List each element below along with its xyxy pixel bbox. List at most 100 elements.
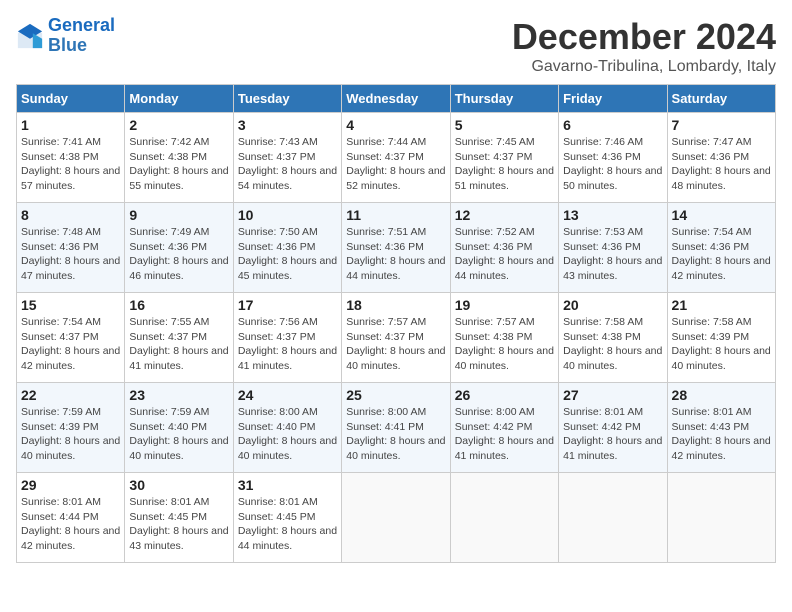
day-number: 4 <box>346 117 445 133</box>
day-number: 23 <box>129 387 228 403</box>
calendar-cell: 11 Sunrise: 7:51 AM Sunset: 4:36 PM Dayl… <box>342 203 450 293</box>
calendar-header-row: SundayMondayTuesdayWednesdayThursdayFrid… <box>17 85 776 113</box>
day-detail: Sunrise: 8:01 AM Sunset: 4:44 PM Dayligh… <box>21 495 120 554</box>
calendar-cell: 31 Sunrise: 8:01 AM Sunset: 4:45 PM Dayl… <box>233 473 341 563</box>
header-thursday: Thursday <box>450 85 558 113</box>
calendar-cell: 3 Sunrise: 7:43 AM Sunset: 4:37 PM Dayli… <box>233 113 341 203</box>
day-detail: Sunrise: 7:52 AM Sunset: 4:36 PM Dayligh… <box>455 225 554 284</box>
calendar-cell: 5 Sunrise: 7:45 AM Sunset: 4:37 PM Dayli… <box>450 113 558 203</box>
day-detail: Sunrise: 7:46 AM Sunset: 4:36 PM Dayligh… <box>563 135 662 194</box>
logo-line1: General <box>48 15 115 35</box>
calendar-cell: 17 Sunrise: 7:56 AM Sunset: 4:37 PM Dayl… <box>233 293 341 383</box>
calendar-cell <box>450 473 558 563</box>
day-detail: Sunrise: 7:42 AM Sunset: 4:38 PM Dayligh… <box>129 135 228 194</box>
calendar-cell: 25 Sunrise: 8:00 AM Sunset: 4:41 PM Dayl… <box>342 383 450 473</box>
day-number: 29 <box>21 477 120 493</box>
day-number: 25 <box>346 387 445 403</box>
calendar-cell: 23 Sunrise: 7:59 AM Sunset: 4:40 PM Dayl… <box>125 383 233 473</box>
calendar-cell: 15 Sunrise: 7:54 AM Sunset: 4:37 PM Dayl… <box>17 293 125 383</box>
day-number: 19 <box>455 297 554 313</box>
day-detail: Sunrise: 8:01 AM Sunset: 4:45 PM Dayligh… <box>129 495 228 554</box>
calendar-week-row: 1 Sunrise: 7:41 AM Sunset: 4:38 PM Dayli… <box>17 113 776 203</box>
calendar-table: SundayMondayTuesdayWednesdayThursdayFrid… <box>16 84 776 563</box>
calendar-cell: 4 Sunrise: 7:44 AM Sunset: 4:37 PM Dayli… <box>342 113 450 203</box>
day-detail: Sunrise: 8:01 AM Sunset: 4:45 PM Dayligh… <box>238 495 337 554</box>
day-number: 15 <box>21 297 120 313</box>
calendar-cell: 8 Sunrise: 7:48 AM Sunset: 4:36 PM Dayli… <box>17 203 125 293</box>
calendar-cell: 21 Sunrise: 7:58 AM Sunset: 4:39 PM Dayl… <box>667 293 775 383</box>
day-detail: Sunrise: 7:55 AM Sunset: 4:37 PM Dayligh… <box>129 315 228 374</box>
day-number: 18 <box>346 297 445 313</box>
day-number: 16 <box>129 297 228 313</box>
day-detail: Sunrise: 8:01 AM Sunset: 4:42 PM Dayligh… <box>563 405 662 464</box>
day-number: 24 <box>238 387 337 403</box>
header-sunday: Sunday <box>17 85 125 113</box>
day-number: 20 <box>563 297 662 313</box>
calendar-week-row: 15 Sunrise: 7:54 AM Sunset: 4:37 PM Dayl… <box>17 293 776 383</box>
day-number: 12 <box>455 207 554 223</box>
header-wednesday: Wednesday <box>342 85 450 113</box>
day-detail: Sunrise: 7:54 AM Sunset: 4:36 PM Dayligh… <box>672 225 771 284</box>
day-detail: Sunrise: 7:45 AM Sunset: 4:37 PM Dayligh… <box>455 135 554 194</box>
calendar-week-row: 29 Sunrise: 8:01 AM Sunset: 4:44 PM Dayl… <box>17 473 776 563</box>
day-detail: Sunrise: 7:49 AM Sunset: 4:36 PM Dayligh… <box>129 225 228 284</box>
day-detail: Sunrise: 7:59 AM Sunset: 4:40 PM Dayligh… <box>129 405 228 464</box>
day-detail: Sunrise: 7:48 AM Sunset: 4:36 PM Dayligh… <box>21 225 120 284</box>
header-monday: Monday <box>125 85 233 113</box>
calendar-cell: 6 Sunrise: 7:46 AM Sunset: 4:36 PM Dayli… <box>559 113 667 203</box>
day-detail: Sunrise: 7:56 AM Sunset: 4:37 PM Dayligh… <box>238 315 337 374</box>
day-number: 27 <box>563 387 662 403</box>
day-number: 3 <box>238 117 337 133</box>
calendar-cell: 2 Sunrise: 7:42 AM Sunset: 4:38 PM Dayli… <box>125 113 233 203</box>
calendar-cell: 13 Sunrise: 7:53 AM Sunset: 4:36 PM Dayl… <box>559 203 667 293</box>
day-number: 1 <box>21 117 120 133</box>
day-detail: Sunrise: 8:00 AM Sunset: 4:40 PM Dayligh… <box>238 405 337 464</box>
calendar-cell: 20 Sunrise: 7:58 AM Sunset: 4:38 PM Dayl… <box>559 293 667 383</box>
day-detail: Sunrise: 7:50 AM Sunset: 4:36 PM Dayligh… <box>238 225 337 284</box>
day-detail: Sunrise: 8:01 AM Sunset: 4:43 PM Dayligh… <box>672 405 771 464</box>
day-detail: Sunrise: 8:00 AM Sunset: 4:41 PM Dayligh… <box>346 405 445 464</box>
day-number: 17 <box>238 297 337 313</box>
calendar-cell: 29 Sunrise: 8:01 AM Sunset: 4:44 PM Dayl… <box>17 473 125 563</box>
calendar-cell: 9 Sunrise: 7:49 AM Sunset: 4:36 PM Dayli… <box>125 203 233 293</box>
calendar-week-row: 8 Sunrise: 7:48 AM Sunset: 4:36 PM Dayli… <box>17 203 776 293</box>
calendar-cell: 28 Sunrise: 8:01 AM Sunset: 4:43 PM Dayl… <box>667 383 775 473</box>
calendar-cell: 30 Sunrise: 8:01 AM Sunset: 4:45 PM Dayl… <box>125 473 233 563</box>
day-detail: Sunrise: 7:57 AM Sunset: 4:38 PM Dayligh… <box>455 315 554 374</box>
calendar-cell: 1 Sunrise: 7:41 AM Sunset: 4:38 PM Dayli… <box>17 113 125 203</box>
calendar-cell: 7 Sunrise: 7:47 AM Sunset: 4:36 PM Dayli… <box>667 113 775 203</box>
day-number: 2 <box>129 117 228 133</box>
day-number: 28 <box>672 387 771 403</box>
day-number: 26 <box>455 387 554 403</box>
day-number: 9 <box>129 207 228 223</box>
day-detail: Sunrise: 7:58 AM Sunset: 4:38 PM Dayligh… <box>563 315 662 374</box>
calendar-cell: 22 Sunrise: 7:59 AM Sunset: 4:39 PM Dayl… <box>17 383 125 473</box>
calendar-week-row: 22 Sunrise: 7:59 AM Sunset: 4:39 PM Dayl… <box>17 383 776 473</box>
month-title: December 2024 <box>512 16 776 58</box>
day-detail: Sunrise: 7:44 AM Sunset: 4:37 PM Dayligh… <box>346 135 445 194</box>
day-number: 14 <box>672 207 771 223</box>
calendar-cell <box>559 473 667 563</box>
calendar-cell: 24 Sunrise: 8:00 AM Sunset: 4:40 PM Dayl… <box>233 383 341 473</box>
day-detail: Sunrise: 7:41 AM Sunset: 4:38 PM Dayligh… <box>21 135 120 194</box>
day-number: 7 <box>672 117 771 133</box>
header-tuesday: Tuesday <box>233 85 341 113</box>
logo: General Blue <box>16 16 115 56</box>
day-number: 13 <box>563 207 662 223</box>
day-number: 6 <box>563 117 662 133</box>
day-number: 5 <box>455 117 554 133</box>
day-number: 11 <box>346 207 445 223</box>
calendar-cell: 14 Sunrise: 7:54 AM Sunset: 4:36 PM Dayl… <box>667 203 775 293</box>
calendar-cell: 10 Sunrise: 7:50 AM Sunset: 4:36 PM Dayl… <box>233 203 341 293</box>
day-detail: Sunrise: 7:59 AM Sunset: 4:39 PM Dayligh… <box>21 405 120 464</box>
calendar-cell <box>342 473 450 563</box>
day-detail: Sunrise: 7:51 AM Sunset: 4:36 PM Dayligh… <box>346 225 445 284</box>
logo-text: General Blue <box>48 16 115 56</box>
day-number: 30 <box>129 477 228 493</box>
day-detail: Sunrise: 7:47 AM Sunset: 4:36 PM Dayligh… <box>672 135 771 194</box>
day-number: 31 <box>238 477 337 493</box>
calendar-cell: 12 Sunrise: 7:52 AM Sunset: 4:36 PM Dayl… <box>450 203 558 293</box>
title-area: December 2024 Gavarno-Tribulina, Lombard… <box>512 16 776 76</box>
day-detail: Sunrise: 8:00 AM Sunset: 4:42 PM Dayligh… <box>455 405 554 464</box>
calendar-cell: 26 Sunrise: 8:00 AM Sunset: 4:42 PM Dayl… <box>450 383 558 473</box>
